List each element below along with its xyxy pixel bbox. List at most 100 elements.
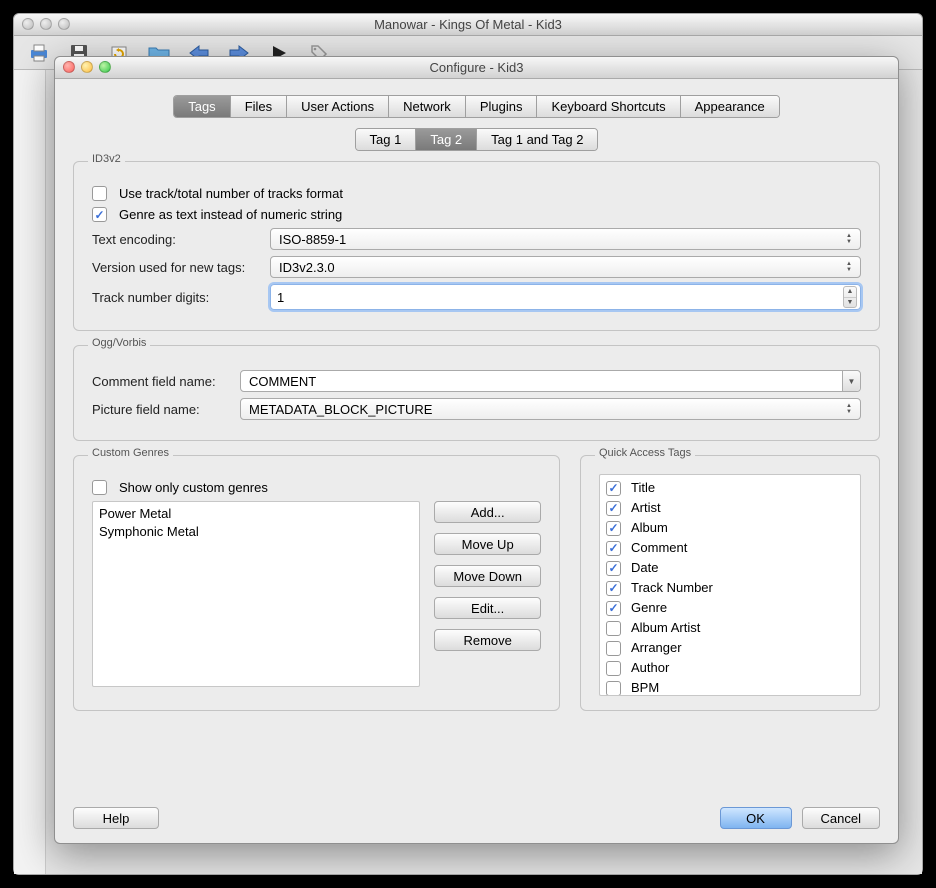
- track-digits-input[interactable]: [270, 284, 861, 310]
- quick-tag-label: Date: [631, 558, 658, 578]
- chevron-updown-icon: ▲▼: [842, 401, 856, 417]
- quick-tag-item[interactable]: Arranger: [606, 638, 854, 658]
- close-icon[interactable]: [63, 61, 75, 73]
- quick-tag-item[interactable]: Comment: [606, 538, 854, 558]
- sub-tab-tag-1[interactable]: Tag 1: [356, 129, 417, 150]
- main-tab-row: TagsFilesUser ActionsNetworkPluginsKeybo…: [73, 95, 880, 118]
- dialog-title-bar: Configure - Kid3: [55, 57, 898, 79]
- text-encoding-value: ISO-8859-1: [279, 232, 346, 247]
- quick-tag-checkbox[interactable]: [606, 541, 621, 556]
- track-digits-label: Track number digits:: [92, 290, 262, 305]
- quick-tag-checkbox[interactable]: [606, 601, 621, 616]
- dialog-traffic-lights: [63, 61, 111, 73]
- chevron-down-icon[interactable]: ▼: [844, 298, 856, 308]
- quick-tag-item[interactable]: Author: [606, 658, 854, 678]
- use-track-total-label: Use track/total number of tracks format: [119, 186, 343, 201]
- main-tab-appearance[interactable]: Appearance: [681, 96, 779, 117]
- list-item[interactable]: Power Metal: [99, 505, 413, 523]
- text-encoding-select[interactable]: ISO-8859-1 ▲▼: [270, 228, 861, 250]
- quick-tag-item[interactable]: Genre: [606, 598, 854, 618]
- comment-field-value: COMMENT: [249, 374, 316, 389]
- main-tab-keyboard-shortcuts[interactable]: Keyboard Shortcuts: [537, 96, 680, 117]
- quick-tag-item[interactable]: Date: [606, 558, 854, 578]
- quick-tag-checkbox[interactable]: [606, 641, 621, 656]
- quick-access-list[interactable]: TitleArtistAlbumCommentDateTrack NumberG…: [599, 474, 861, 696]
- quick-access-group: Quick Access Tags TitleArtistAlbumCommen…: [580, 455, 880, 711]
- add-button[interactable]: Add...: [434, 501, 541, 523]
- main-tab-user-actions[interactable]: User Actions: [287, 96, 389, 117]
- genre-text-label: Genre as text instead of numeric string: [119, 207, 342, 222]
- main-sidebar: [14, 70, 46, 874]
- picture-field-label: Picture field name:: [92, 402, 232, 417]
- sub-tab-tag-2[interactable]: Tag 2: [416, 129, 477, 150]
- quick-tag-item[interactable]: Track Number: [606, 578, 854, 598]
- comment-field-label: Comment field name:: [92, 374, 232, 389]
- quick-tag-checkbox[interactable]: [606, 681, 621, 696]
- main-title-bar: Manowar - Kings Of Metal - Kid3: [14, 14, 922, 36]
- dialog-footer: Help OK Cancel: [73, 807, 880, 829]
- movedown-button[interactable]: Move Down: [434, 565, 541, 587]
- quick-tag-checkbox[interactable]: [606, 481, 621, 496]
- minimize-icon[interactable]: [40, 18, 52, 30]
- quick-tag-label: Genre: [631, 598, 667, 618]
- quick-tag-checkbox[interactable]: [606, 501, 621, 516]
- use-track-total-checkbox[interactable]: [92, 186, 107, 201]
- main-window-title: Manowar - Kings Of Metal - Kid3: [374, 17, 562, 32]
- id3v2-group: ID3v2 Use track/total number of tracks f…: [73, 161, 880, 331]
- quick-tag-label: Comment: [631, 538, 687, 558]
- sub-tab-tag-1-and-tag-2[interactable]: Tag 1 and Tag 2: [477, 129, 597, 150]
- print-icon[interactable]: [28, 42, 50, 64]
- quick-tag-label: Track Number: [631, 578, 713, 598]
- chevron-down-icon[interactable]: ▼: [842, 371, 860, 391]
- quick-tag-checkbox[interactable]: [606, 581, 621, 596]
- quick-tag-checkbox[interactable]: [606, 521, 621, 536]
- main-tab-tags[interactable]: Tags: [174, 96, 230, 117]
- sub-tab-row: Tag 1Tag 2Tag 1 and Tag 2: [73, 128, 880, 151]
- show-only-custom-checkbox[interactable]: [92, 480, 107, 495]
- quick-tag-item[interactable]: Album: [606, 518, 854, 538]
- zoom-icon[interactable]: [58, 18, 70, 30]
- custom-genres-group: Custom Genres Show only custom genres Po…: [73, 455, 560, 711]
- ogg-group: Ogg/Vorbis Comment field name: COMMENT ▼…: [73, 345, 880, 441]
- cancel-button[interactable]: Cancel: [802, 807, 880, 829]
- genre-text-checkbox[interactable]: [92, 207, 107, 222]
- quick-tag-checkbox[interactable]: [606, 621, 621, 636]
- picture-field-value: METADATA_BLOCK_PICTURE: [249, 402, 432, 417]
- show-only-custom-label: Show only custom genres: [119, 480, 268, 495]
- ok-button[interactable]: OK: [720, 807, 792, 829]
- main-tab-plugins[interactable]: Plugins: [466, 96, 538, 117]
- moveup-button[interactable]: Move Up: [434, 533, 541, 555]
- track-digits-spinner[interactable]: ▲▼: [270, 284, 861, 310]
- quick-tag-item[interactable]: BPM: [606, 678, 854, 696]
- quick-tag-checkbox[interactable]: [606, 661, 621, 676]
- quick-tag-label: Artist: [631, 498, 661, 518]
- minimize-icon[interactable]: [81, 61, 93, 73]
- custom-genres-list[interactable]: Power MetalSymphonic Metal: [92, 501, 420, 687]
- quick-tag-label: Title: [631, 478, 655, 498]
- quick-tag-label: Album: [631, 518, 668, 538]
- spinner-arrows-icon[interactable]: ▲▼: [843, 286, 857, 308]
- main-tab-files[interactable]: Files: [231, 96, 287, 117]
- main-traffic-lights: [22, 18, 70, 30]
- quick-tag-item[interactable]: Artist: [606, 498, 854, 518]
- help-button[interactable]: Help: [73, 807, 159, 829]
- custom-genres-label: Custom Genres: [88, 447, 173, 459]
- quick-tag-item[interactable]: Album Artist: [606, 618, 854, 638]
- chevron-up-icon[interactable]: ▲: [844, 287, 856, 298]
- quick-access-label: Quick Access Tags: [595, 447, 695, 459]
- quick-tag-item[interactable]: Title: [606, 478, 854, 498]
- configure-dialog: Configure - Kid3 TagsFilesUser ActionsNe…: [54, 56, 899, 844]
- list-item[interactable]: Symphonic Metal: [99, 523, 413, 541]
- main-tab-network[interactable]: Network: [389, 96, 466, 117]
- comment-field-combo[interactable]: COMMENT ▼: [240, 370, 861, 392]
- chevron-updown-icon: ▲▼: [842, 231, 856, 247]
- version-select[interactable]: ID3v2.3.0 ▲▼: [270, 256, 861, 278]
- remove-button[interactable]: Remove: [434, 629, 541, 651]
- quick-tag-label: BPM: [631, 678, 659, 696]
- text-encoding-label: Text encoding:: [92, 232, 262, 247]
- picture-field-select[interactable]: METADATA_BLOCK_PICTURE ▲▼: [240, 398, 861, 420]
- edit-button[interactable]: Edit...: [434, 597, 541, 619]
- zoom-icon[interactable]: [99, 61, 111, 73]
- close-icon[interactable]: [22, 18, 34, 30]
- quick-tag-checkbox[interactable]: [606, 561, 621, 576]
